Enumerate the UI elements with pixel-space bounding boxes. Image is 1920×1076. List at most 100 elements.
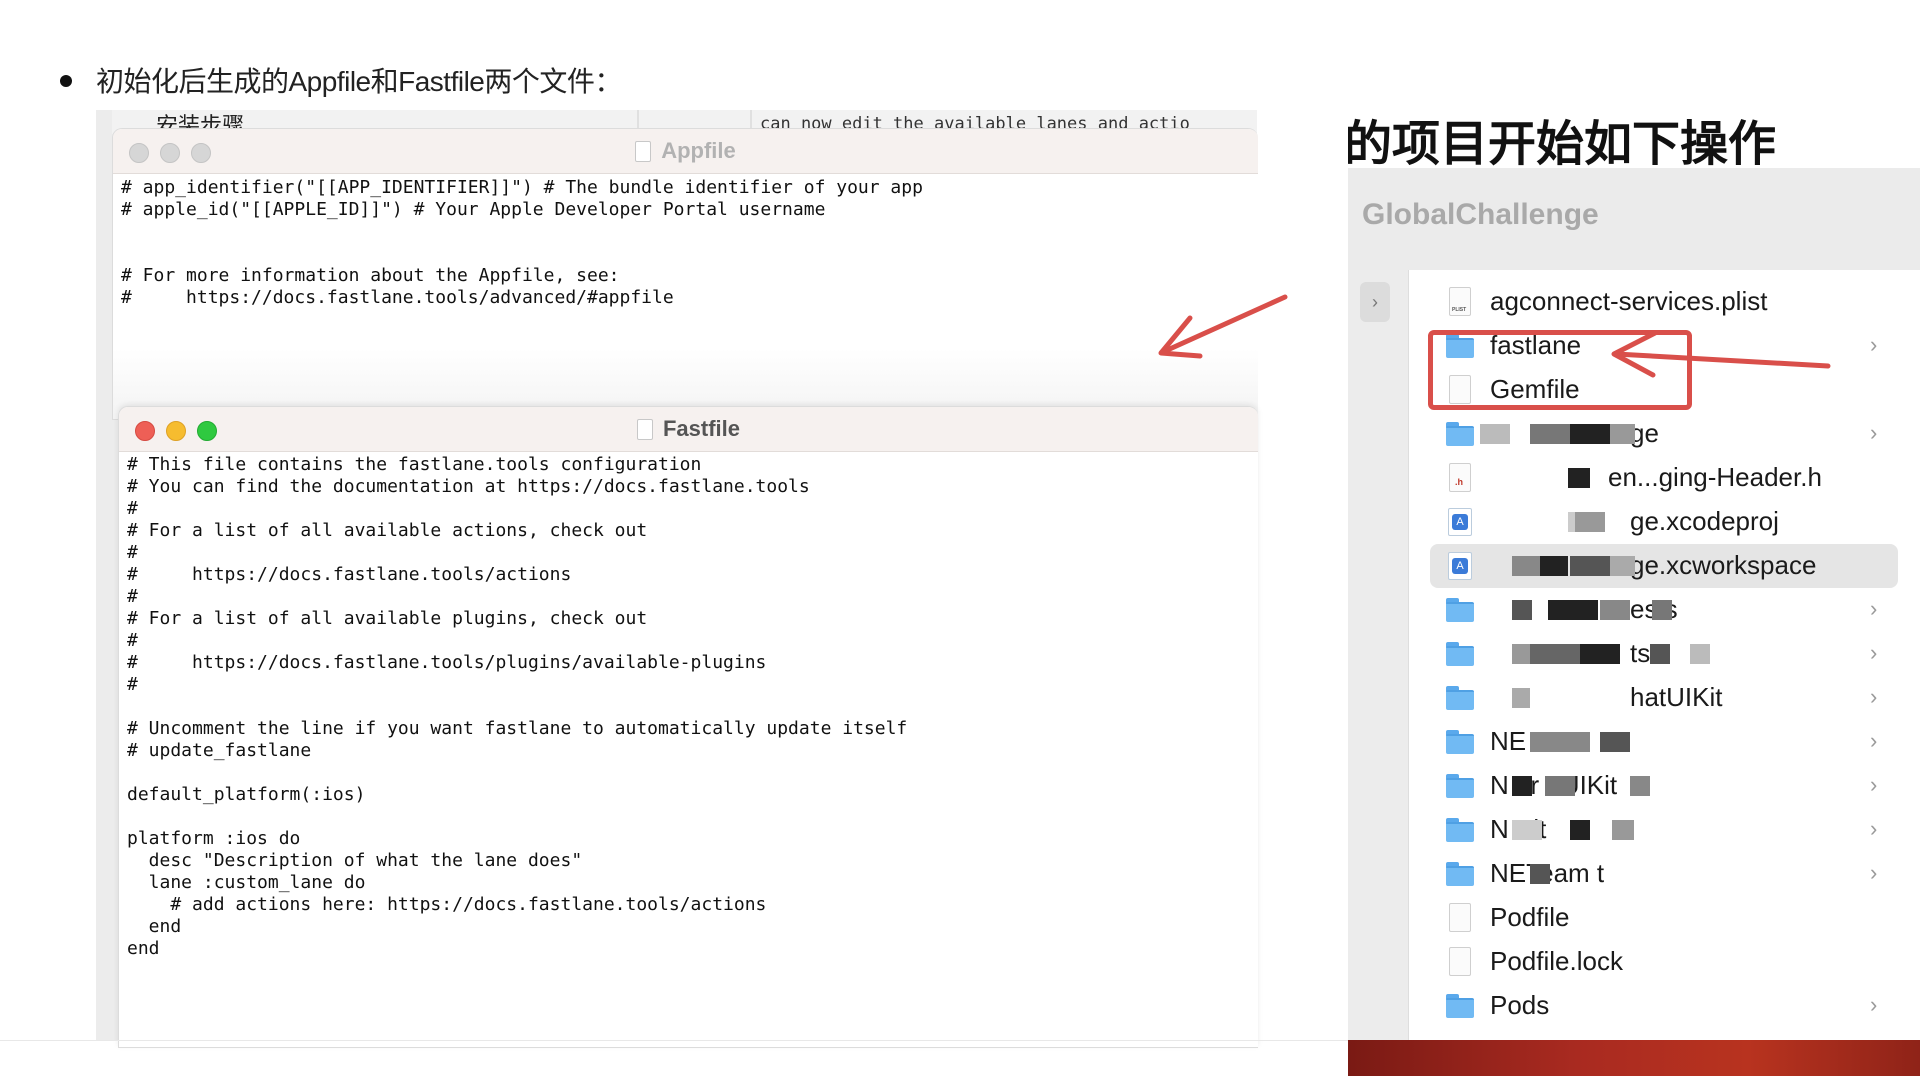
finder-window-title: GlobalChallenge [1362, 198, 1599, 231]
finder-panel: 的项目开始如下操作 GlobalChallenge › PLIST agconne… [1348, 0, 1920, 1076]
chevron-right-icon: › [1870, 860, 1878, 885]
redaction-block [1512, 600, 1532, 620]
redaction-block [1480, 424, 1510, 444]
file-row[interactable]: Age.xcodeproj [1430, 500, 1898, 544]
xcodeproj-icon: A [1448, 508, 1472, 536]
folder-row[interactable]: N Kit› [1430, 808, 1898, 852]
redaction-block [1530, 424, 1570, 444]
folder-row[interactable]: NE actU› [1430, 720, 1898, 764]
fastfile-editor[interactable]: # This file contains the fastlane.tools … [127, 454, 907, 960]
folder-row[interactable]: ts › [1430, 632, 1898, 676]
chevron-right-icon: › [1870, 420, 1878, 445]
file-name: Pods [1490, 990, 1550, 1020]
chevron-right-icon: › [1870, 332, 1878, 357]
redaction-block [1545, 776, 1575, 796]
redaction-block [1570, 820, 1590, 840]
chevron-right-icon: › [1870, 992, 1878, 1017]
header-file-icon: .h [1449, 463, 1471, 492]
folder-icon [1446, 598, 1474, 622]
redaction-block [1570, 556, 1610, 576]
folder-row[interactable]: NETeam t› [1430, 852, 1898, 896]
redaction-block [1575, 512, 1605, 532]
chevron-left-icon[interactable]: › [1360, 282, 1390, 322]
redaction-block [1548, 600, 1598, 620]
folder-row[interactable]: ge › [1430, 412, 1898, 456]
fastfile-title-text: Fastfile [662, 416, 741, 441]
xcworkspace-icon: A [1448, 552, 1472, 580]
file-name: ts [1630, 638, 1651, 668]
file-name: Podfile [1490, 902, 1570, 932]
chevron-right-icon: › [1870, 640, 1878, 665]
document-icon [636, 418, 653, 440]
document-icon [1449, 947, 1471, 976]
folder-icon [1446, 730, 1474, 754]
folder-icon [1446, 774, 1474, 798]
redaction-block [1512, 688, 1530, 708]
redaction-block [1540, 556, 1568, 576]
redaction-block [1530, 732, 1590, 752]
folder-icon [1446, 422, 1474, 446]
redaction-block [1630, 776, 1650, 796]
file-row[interactable]: Age.xcworkspace [1430, 544, 1898, 588]
highlight-box [1428, 330, 1692, 410]
redaction-block [1512, 644, 1532, 664]
appfile-editor[interactable]: # app_identifier("[[APP_IDENTIFIER]]") #… [121, 177, 923, 309]
divider [0, 1040, 1348, 1041]
appfile-title-text: Appfile [661, 138, 736, 163]
finder-sidebar: › [1348, 270, 1409, 1040]
redaction-block [1600, 600, 1630, 620]
chevron-right-icon: › [1870, 596, 1878, 621]
appfile-titlebar[interactable]: Appfile [113, 129, 1258, 174]
file-name: Podfile.lock [1490, 946, 1623, 976]
folder-row[interactable]: ests› [1430, 588, 1898, 632]
folder-icon [1446, 818, 1474, 842]
file-row[interactable]: Podfile.lock [1430, 940, 1898, 984]
document-icon [1449, 903, 1471, 932]
bullet-text: 初始化后生成的Appfile和Fastfile两个文件： [96, 66, 622, 97]
folder-row[interactable]: Pods › [1430, 984, 1898, 1028]
file-name: ge.xcworkspace [1630, 550, 1817, 580]
redaction-block [1530, 644, 1580, 664]
chevron-right-icon: › [1870, 816, 1878, 841]
chevron-right-icon: › [1870, 772, 1878, 797]
redaction-block [1610, 424, 1635, 444]
redaction-block [1690, 644, 1710, 664]
file-name: hatUIKit [1630, 682, 1723, 712]
redaction-block [1610, 556, 1635, 576]
file-row[interactable]: .h en...ging-Header.h [1430, 456, 1898, 500]
redaction-block [1580, 644, 1620, 664]
plist-file-icon: PLIST [1449, 287, 1471, 316]
file-name: ge.xcodeproj [1630, 506, 1779, 536]
redaction-block [1612, 820, 1634, 840]
redaction-block [1600, 732, 1630, 752]
fastfile-window: Fastfile # This file contains the fastla… [118, 406, 1258, 1048]
folder-row[interactable]: N er nUIKit› [1430, 764, 1898, 808]
folder-icon [1446, 994, 1474, 1018]
document-icon [635, 140, 652, 162]
redaction-block [1512, 820, 1542, 840]
redaction-block [1650, 644, 1670, 664]
chevron-right-icon: › [1870, 728, 1878, 753]
appfile-title: Appfile [113, 129, 1258, 173]
fastfile-title: Fastfile [119, 407, 1258, 451]
redaction-block [1652, 600, 1672, 620]
fastfile-titlebar[interactable]: Fastfile [119, 407, 1258, 452]
redaction-block [1512, 556, 1542, 576]
file-name: en...ging-Header.h [1608, 462, 1822, 492]
folder-row[interactable]: hatUIKit › [1430, 676, 1898, 720]
folder-icon [1446, 642, 1474, 666]
file-row[interactable]: Podfile [1430, 896, 1898, 940]
chevron-right-icon: › [1870, 684, 1878, 709]
redaction-block [1512, 776, 1532, 796]
folder-icon [1446, 686, 1474, 710]
appfile-window: Appfile # app_identifier("[[APP_IDENTIFI… [112, 128, 1258, 420]
folder-icon [1446, 862, 1474, 886]
desktop-wallpaper [1348, 1040, 1920, 1076]
file-row[interactable]: PLIST agconnect-services.plist [1430, 280, 1898, 324]
redaction-block [1568, 468, 1590, 488]
slide-heading: 的项目开始如下操作 [1348, 118, 1777, 171]
finder-toolbar: GlobalChallenge [1348, 168, 1920, 270]
bullet-dot [60, 75, 72, 87]
file-name: agconnect-services.plist [1490, 286, 1768, 316]
redaction-block [1530, 864, 1550, 884]
